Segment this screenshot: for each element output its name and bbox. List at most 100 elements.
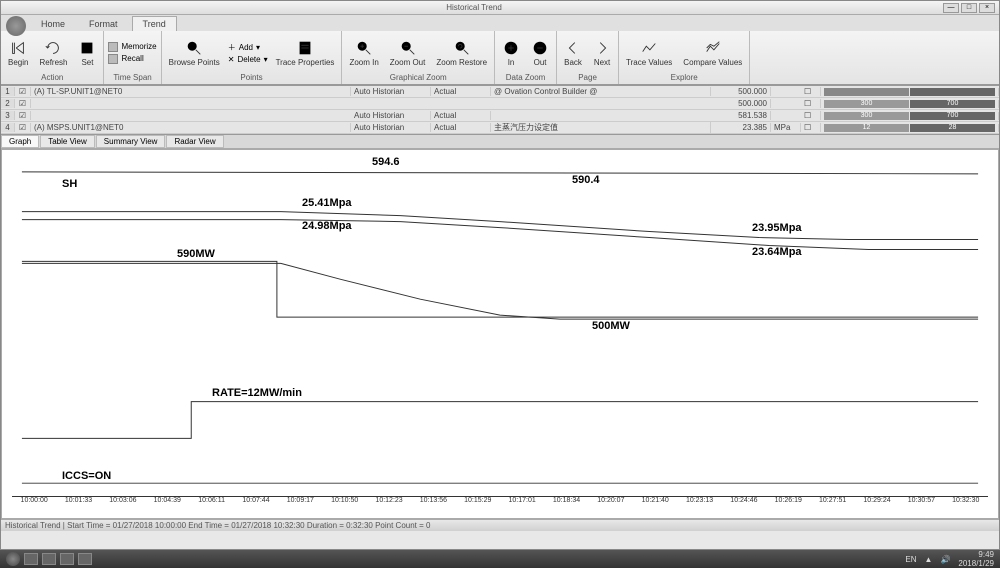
maximize-button[interactable]: □ [961,3,977,13]
label-2395mpa: 23.95Mpa [752,222,802,234]
set-icon [78,39,96,57]
taskbar-app-icon[interactable] [60,553,74,565]
label-2364mpa: 23.64Mpa [752,246,802,258]
refresh-button[interactable]: Refresh [36,37,70,69]
plus-circle-icon [502,39,520,57]
label-2541mpa: 25.41Mpa [302,197,352,209]
arrow-right-icon [593,39,611,57]
taskbar-app-icon[interactable] [24,553,38,565]
status-bar: Historical Trend | Start Time = 01/27/20… [1,519,999,531]
back-button[interactable]: Back [561,37,585,69]
zoom-in-icon [355,39,373,57]
points-grid: 1 ☑ (A) TL-SP.UNIT1@NET0 Auto Historian … [1,85,999,135]
label-2498mpa: 24.98Mpa [302,220,352,232]
delete-button[interactable]: ✕Delete▾ [228,55,268,64]
tab-format[interactable]: Format [79,17,128,31]
taskbar-app-icon[interactable] [78,553,92,565]
x-icon: ✕ [228,55,235,64]
recall-button[interactable]: Recall [108,54,156,64]
table-row[interactable]: 3 ☑ Auto Historian Actual 581.538 ☐ 3007… [1,110,999,122]
group-data-zoom: In Out Data Zoom [495,31,557,84]
tab-trend[interactable]: Trend [132,16,177,31]
label-5904: 590.4 [572,174,600,186]
data-zoom-in-button[interactable]: In [499,37,523,69]
browse-icon [185,39,203,57]
plus-icon: ＋ [228,42,236,53]
group-page: Back Next Page [557,31,619,84]
begin-button[interactable]: Begin [5,37,31,69]
ribbon: Begin Refresh Set Action Memorize Recall… [1,31,999,85]
add-button[interactable]: ＋Add▾ [228,42,268,53]
table-row[interactable]: 1 ☑ (A) TL-SP.UNIT1@NET0 Auto Historian … [1,86,999,98]
minimize-button[interactable]: — [943,3,959,13]
label-500mw: 500MW [592,320,630,332]
data-zoom-out-button[interactable]: Out [528,37,552,69]
chevron-down-icon: ▾ [264,55,268,64]
tab-home[interactable]: Home [31,17,75,31]
next-button[interactable]: Next [590,37,614,69]
group-points: Browse Points ＋Add▾ ✕Delete▾ Trace Prope… [162,31,343,84]
zoom-restore-button[interactable]: Zoom Restore [433,37,490,69]
browse-points-button[interactable]: Browse Points [166,37,223,69]
x-axis: 10:00:00 10:01:33 10:03:06 10:04:39 10:0… [12,496,988,504]
recall-icon [108,54,118,64]
tray-up-icon[interactable]: ▲ [925,555,933,564]
taskbar-app-icon[interactable] [42,553,56,565]
checkbox[interactable]: ☑ [15,123,31,132]
table-row[interactable]: 4 ☑ (A) MSPS.UNIT1@NET0 Auto Historian A… [1,122,999,134]
tray-time: 9:49 [958,550,994,559]
zoom-in-button[interactable]: Zoom In [346,37,381,69]
group-explore: Trace Values Compare Values Explore [619,31,750,84]
tray-lang[interactable]: EN [905,555,916,564]
set-button[interactable]: Set [75,37,99,69]
window-controls: — □ × [943,3,995,13]
zoom-restore-icon [453,39,471,57]
zoom-out-icon [399,39,417,57]
checkbox[interactable]: ☑ [15,111,31,120]
graph-canvas[interactable]: SH 594.6 590.4 25.41Mpa 24.98Mpa 23.95Mp… [1,149,999,519]
table-row[interactable]: 2 ☑ 500.000 ☐ 300700 [1,98,999,110]
trace-icon [640,39,658,57]
label-iccs: ICCS=ON [62,470,111,482]
view-tabs: Graph Table View Summary View Radar View [1,135,999,149]
trace-values-button[interactable]: Trace Values [623,37,675,69]
checkbox[interactable]: ☐ [801,123,821,132]
tray-volume-icon[interactable]: 🔊 [940,555,950,564]
minus-circle-icon [531,39,549,57]
properties-icon [296,39,314,57]
begin-icon [9,39,27,57]
group-action: Begin Refresh Set Action [1,31,104,84]
compare-icon [704,39,722,57]
zoom-out-button[interactable]: Zoom Out [387,37,429,69]
tab-graph[interactable]: Graph [1,135,39,148]
checkbox[interactable]: ☑ [15,87,31,96]
app-logo-icon[interactable] [6,16,26,36]
refresh-icon [44,39,62,57]
title-bar: Historical Trend — □ × [1,1,999,15]
chevron-down-icon: ▾ [256,43,260,52]
label-590mw: 590MW [177,248,215,260]
compare-values-button[interactable]: Compare Values [680,37,745,69]
memorize-icon [108,42,118,52]
window-title: Historical Trend [5,3,943,12]
group-timespan: Memorize Recall Time Span [104,31,161,84]
start-button[interactable] [6,552,20,566]
taskbar: EN ▲ 🔊 9:49 2018/1/29 [0,550,1000,568]
tab-table-view[interactable]: Table View [40,135,95,148]
app-window: Historical Trend — □ × Home Format Trend… [0,0,1000,550]
tab-radar-view[interactable]: Radar View [166,135,223,148]
ribbon-tabs: Home Format Trend [1,15,999,31]
memorize-button[interactable]: Memorize [108,42,156,52]
checkbox[interactable]: ☐ [801,99,821,108]
checkbox[interactable]: ☑ [15,99,31,108]
tray-date: 2018/1/29 [958,559,994,568]
tab-summary-view[interactable]: Summary View [96,135,166,148]
group-graphical-zoom: Zoom In Zoom Out Zoom Restore Graphical … [342,31,495,84]
checkbox[interactable]: ☐ [801,87,821,96]
checkbox[interactable]: ☐ [801,111,821,120]
label-sh: SH [62,178,77,190]
arrow-left-icon [564,39,582,57]
label-5946: 594.6 [372,156,400,168]
close-button[interactable]: × [979,3,995,13]
trace-properties-button[interactable]: Trace Properties [273,37,338,69]
